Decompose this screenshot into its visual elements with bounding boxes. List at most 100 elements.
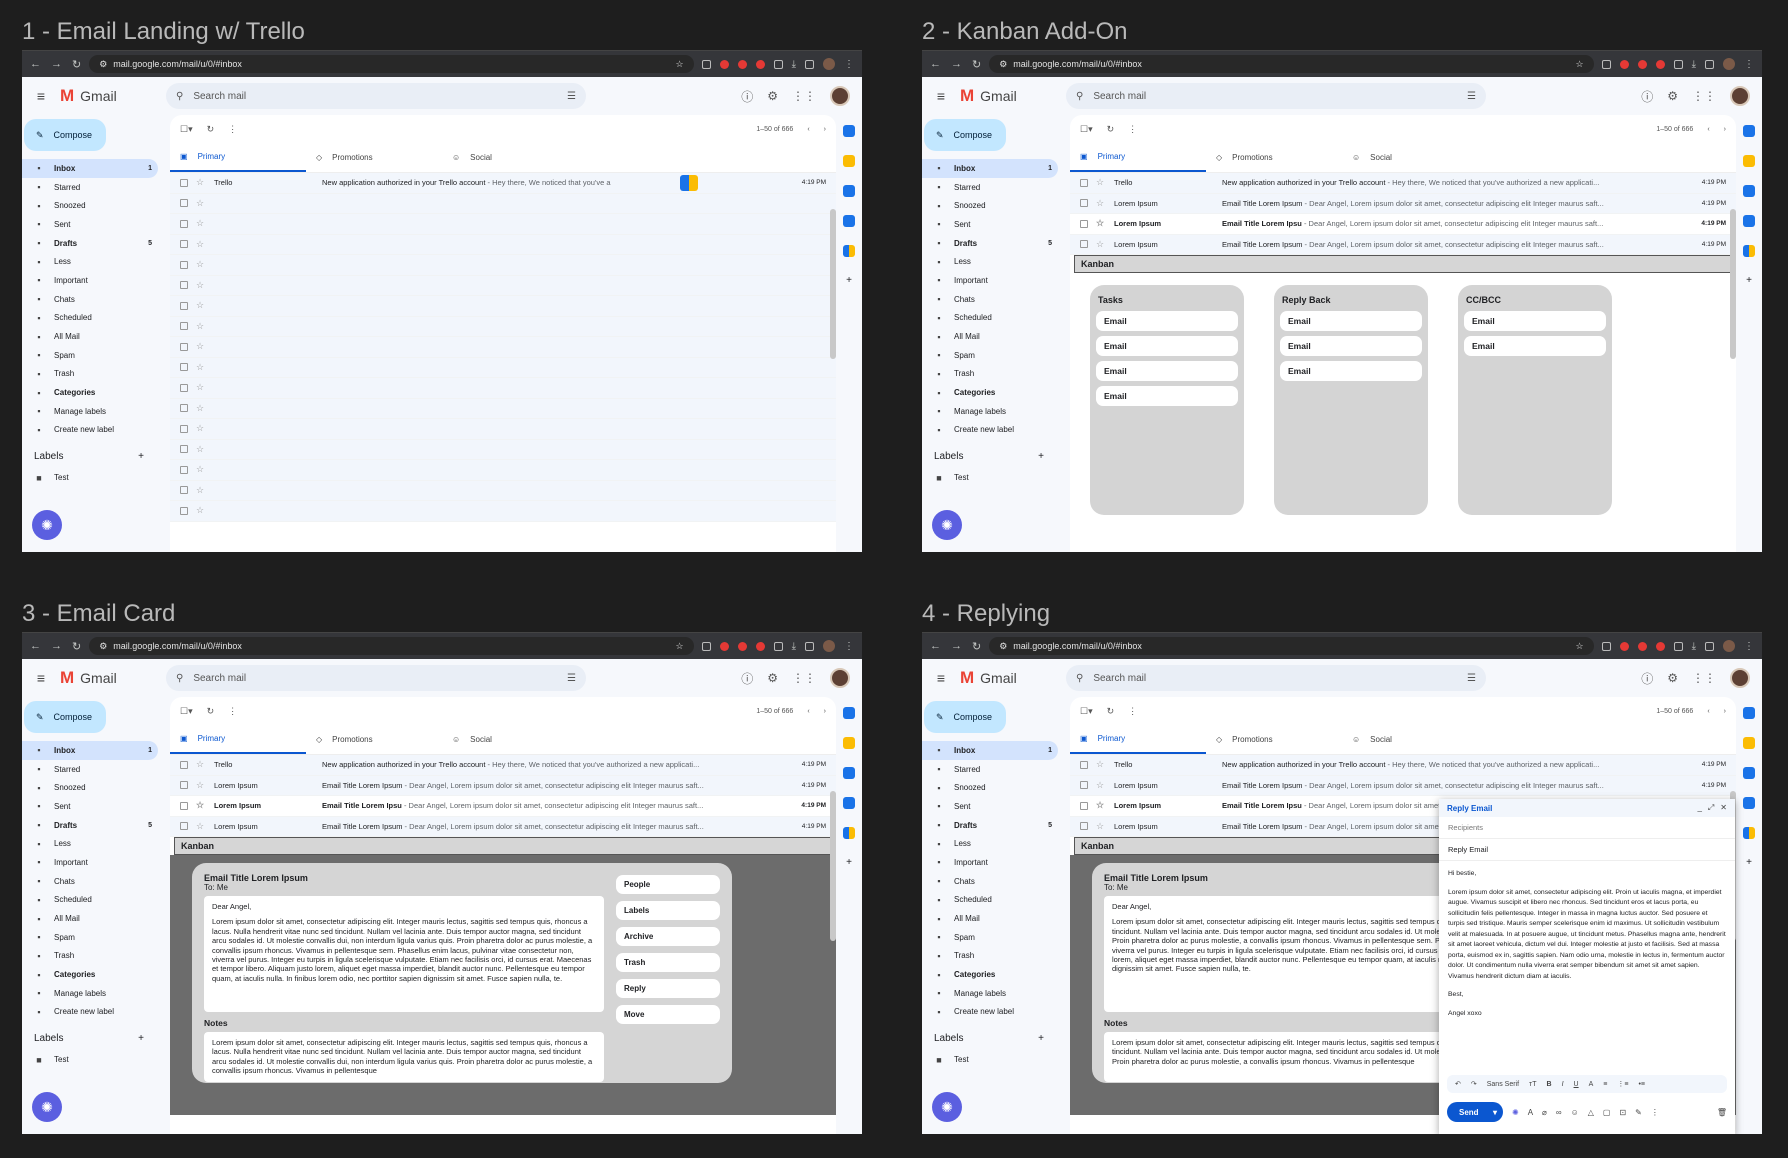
- add-label-icon[interactable]: +: [138, 1033, 144, 1044]
- star-icon[interactable]: ☆: [1096, 177, 1106, 188]
- row-checkbox[interactable]: [180, 178, 188, 187]
- apps-grid-icon[interactable]: ⋮⋮: [1692, 671, 1716, 685]
- keep-icon[interactable]: [843, 737, 855, 749]
- extension-icon[interactable]: [719, 641, 729, 651]
- account-avatar[interactable]: [830, 668, 850, 688]
- table-row[interactable]: ☆ Trello New application authorized in y…: [1070, 755, 1736, 776]
- reload-icon[interactable]: ↻: [972, 640, 981, 653]
- star-icon[interactable]: ☆: [196, 259, 206, 270]
- calendar-icon[interactable]: [843, 125, 855, 137]
- bold-icon[interactable]: B: [1547, 1081, 1552, 1088]
- star-icon[interactable]: ☆: [1096, 239, 1106, 250]
- select-checkbox[interactable]: ☐▾: [180, 124, 193, 135]
- label-item-test[interactable]: ■ Test: [922, 468, 1058, 487]
- search-icon[interactable]: ⚲: [1076, 673, 1083, 684]
- tasks-icon[interactable]: [1743, 185, 1755, 197]
- search-input[interactable]: Search mail: [193, 91, 557, 102]
- row-checkbox[interactable]: [180, 760, 188, 769]
- gemini-addon-icon[interactable]: ✺: [32, 1092, 62, 1122]
- email-body[interactable]: Dear Angel, Lorem ipsum dolor sit amet, c…: [204, 896, 604, 1012]
- row-checkbox[interactable]: [180, 781, 188, 790]
- extension-icon[interactable]: [755, 641, 765, 651]
- sidebar-item-trash[interactable]: ▪ Trash: [922, 947, 1058, 966]
- sidepanel-icon[interactable]: [805, 59, 814, 69]
- italic-icon[interactable]: I: [1562, 1081, 1564, 1088]
- signature-icon[interactable]: ✎: [1635, 1108, 1642, 1117]
- settings-gear-icon[interactable]: ⚙: [767, 671, 778, 685]
- star-icon[interactable]: ☆: [1096, 780, 1106, 791]
- sidebar-item-create-new-label[interactable]: ▪ Create new label: [22, 421, 158, 440]
- expand-icon[interactable]: ⤢: [1708, 803, 1714, 813]
- extension-icon[interactable]: [737, 59, 747, 69]
- trello-icon[interactable]: [1743, 827, 1755, 839]
- addon-icon[interactable]: ✺: [1512, 1108, 1519, 1117]
- attach-icon[interactable]: ⌀: [1542, 1108, 1547, 1117]
- extension-icon[interactable]: [1655, 59, 1665, 69]
- more-options-icon[interactable]: ⋮: [1128, 124, 1137, 135]
- star-icon[interactable]: ☆: [1096, 821, 1106, 832]
- sidebar-item-snoozed[interactable]: ▪ Snoozed: [22, 778, 158, 797]
- sidebar-item-inbox[interactable]: ▪ Inbox 1: [922, 741, 1058, 760]
- trello-icon[interactable]: [843, 245, 855, 257]
- star-icon[interactable]: ☆: [1096, 218, 1106, 229]
- kanban-card[interactable]: Email: [1280, 361, 1422, 381]
- main-menu-icon[interactable]: ≡: [922, 88, 960, 104]
- action-people-button[interactable]: People: [616, 875, 720, 894]
- prev-page-icon[interactable]: ‹: [807, 126, 809, 133]
- sidebar-item-manage-labels[interactable]: ▪ Manage labels: [22, 402, 158, 421]
- star-icon[interactable]: ☆: [1096, 198, 1106, 209]
- drive-icon[interactable]: △: [1588, 1108, 1594, 1117]
- sidebar-item-trash[interactable]: ▪ Trash: [22, 365, 158, 384]
- bookmark-star-icon[interactable]: ☆: [676, 59, 684, 70]
- puzzle-icon[interactable]: [1673, 59, 1683, 69]
- calendar-icon[interactable]: [843, 707, 855, 719]
- help-icon[interactable]: ⓘ: [741, 670, 753, 687]
- sidebar-item-drafts[interactable]: ▪ Drafts 5: [922, 816, 1058, 835]
- sidebar-item-create-new-label[interactable]: ▪ Create new label: [22, 1003, 158, 1022]
- sidebar-item-spam[interactable]: ▪ Spam: [22, 346, 158, 365]
- star-icon[interactable]: ☆: [196, 239, 206, 250]
- kanban-card[interactable]: Email: [1280, 336, 1422, 356]
- kanban-card[interactable]: Email: [1096, 311, 1238, 331]
- account-avatar[interactable]: [830, 86, 850, 106]
- sidebar-item-sent[interactable]: ▪ Sent: [22, 797, 158, 816]
- row-checkbox[interactable]: [180, 445, 188, 454]
- help-icon[interactable]: ⓘ: [1641, 670, 1653, 687]
- sidebar-item-trash[interactable]: ▪ Trash: [922, 365, 1058, 384]
- action-archive-button[interactable]: Archive: [616, 927, 720, 946]
- sidebar-item-all-mail[interactable]: ▪ All Mail: [922, 327, 1058, 346]
- profile-avatar[interactable]: [823, 58, 835, 70]
- kanban-card[interactable]: Email: [1280, 311, 1422, 331]
- sidebar-item-snoozed[interactable]: ▪ Snoozed: [922, 778, 1058, 797]
- puzzle-icon[interactable]: [1673, 641, 1683, 651]
- address-bar[interactable]: ⚙ mail.google.com/mail/u/0/#inbox ☆: [89, 55, 694, 73]
- row-checkbox[interactable]: [180, 424, 188, 433]
- sidebar-item-sent[interactable]: ▪ Sent: [22, 215, 158, 234]
- browser-menu-icon[interactable]: ⋮: [844, 59, 854, 70]
- settings-gear-icon[interactable]: ⚙: [767, 89, 778, 103]
- sidebar-item-less[interactable]: ▪ Less: [922, 834, 1058, 853]
- site-info-icon[interactable]: ⚙: [99, 641, 107, 652]
- help-icon[interactable]: ⓘ: [1641, 88, 1653, 105]
- search-input[interactable]: Search mail: [193, 673, 557, 684]
- tab-primary[interactable]: ▣ Primary: [170, 725, 306, 754]
- sidebar-item-important[interactable]: ▪ Important: [22, 271, 158, 290]
- back-icon[interactable]: ←: [30, 58, 41, 71]
- download-icon[interactable]: ⤓: [1692, 59, 1696, 70]
- photo-icon[interactable]: ▢: [1603, 1108, 1611, 1117]
- browser-menu-icon[interactable]: ⋮: [1744, 59, 1754, 70]
- star-icon[interactable]: ☆: [196, 321, 206, 332]
- more-options-icon[interactable]: ⋮: [1128, 706, 1137, 717]
- calendar-icon[interactable]: [1743, 125, 1755, 137]
- more-options-icon[interactable]: ⋮: [1651, 1108, 1659, 1117]
- search-bar[interactable]: ⚲ Search mail ☰: [1066, 665, 1486, 691]
- sidebar-item-all-mail[interactable]: ▪ All Mail: [22, 327, 158, 346]
- more-options-icon[interactable]: ⋮: [228, 124, 237, 135]
- next-page-icon[interactable]: ›: [1724, 708, 1726, 715]
- address-bar[interactable]: ⚙ mail.google.com/mail/u/0/#inbox ☆: [89, 637, 694, 655]
- sidebar-item-drafts[interactable]: ▪ Drafts 5: [22, 234, 158, 253]
- reply-body[interactable]: Hi bestie, Lorem ipsum dolor sit amet, c…: [1439, 861, 1735, 1027]
- extension-icon[interactable]: [1655, 641, 1665, 651]
- row-checkbox[interactable]: [1080, 822, 1088, 831]
- extension-icon[interactable]: [755, 59, 765, 69]
